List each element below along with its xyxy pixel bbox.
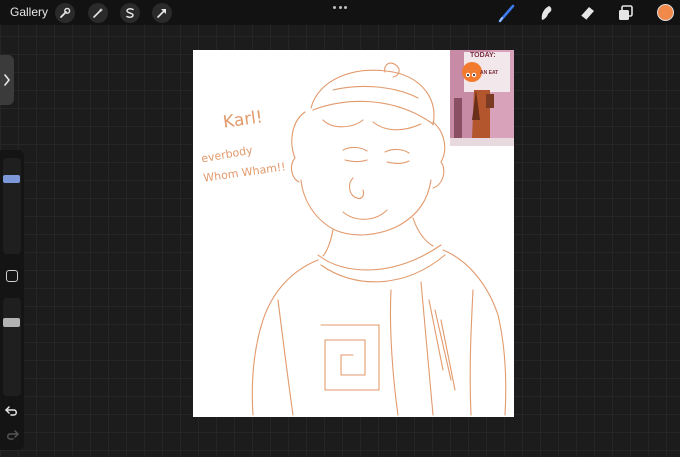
transform-arrow-icon [157, 9, 166, 18]
modify-button[interactable] [6, 270, 18, 282]
brush-size-handle[interactable] [3, 175, 20, 183]
brush-tool-button[interactable] [496, 2, 518, 24]
undo-icon [4, 406, 17, 416]
layers-button[interactable] [615, 2, 637, 24]
selection-button[interactable] [120, 3, 140, 23]
undo-button[interactable] [4, 404, 19, 422]
gallery-button[interactable]: Gallery [10, 5, 48, 19]
reference-sign-line2: AN EAT [480, 70, 499, 76]
layers-icon [619, 5, 633, 20]
actions-button[interactable] [55, 3, 75, 23]
sidebar-toggle[interactable] [0, 55, 14, 105]
chevron-right-icon [4, 74, 11, 86]
opacity-handle[interactable] [3, 318, 20, 327]
brush-icon [498, 4, 515, 23]
opacity-slider[interactable] [3, 298, 21, 396]
transform-button[interactable] [152, 3, 172, 23]
eraser-tool-button[interactable] [576, 2, 598, 24]
color-picker-button[interactable] [657, 4, 674, 21]
smudge-icon [541, 6, 552, 20]
magic-wand-icon [93, 8, 103, 18]
eraser-icon [580, 7, 594, 21]
top-toolbar: Gallery [0, 0, 680, 25]
adjustments-button[interactable] [88, 3, 108, 23]
smudge-tool-button[interactable] [536, 2, 558, 24]
reference-illustration [450, 50, 514, 146]
redo-icon [7, 430, 20, 440]
redo-button[interactable] [5, 428, 20, 446]
more-options-icon[interactable] [333, 4, 347, 10]
brush-size-slider[interactable] [3, 158, 21, 254]
selection-icon [126, 8, 134, 18]
wrench-icon [60, 7, 71, 18]
reference-sign-line1: TODAY: [470, 52, 496, 59]
reference-image: TODAY: AN EAT [450, 50, 514, 146]
